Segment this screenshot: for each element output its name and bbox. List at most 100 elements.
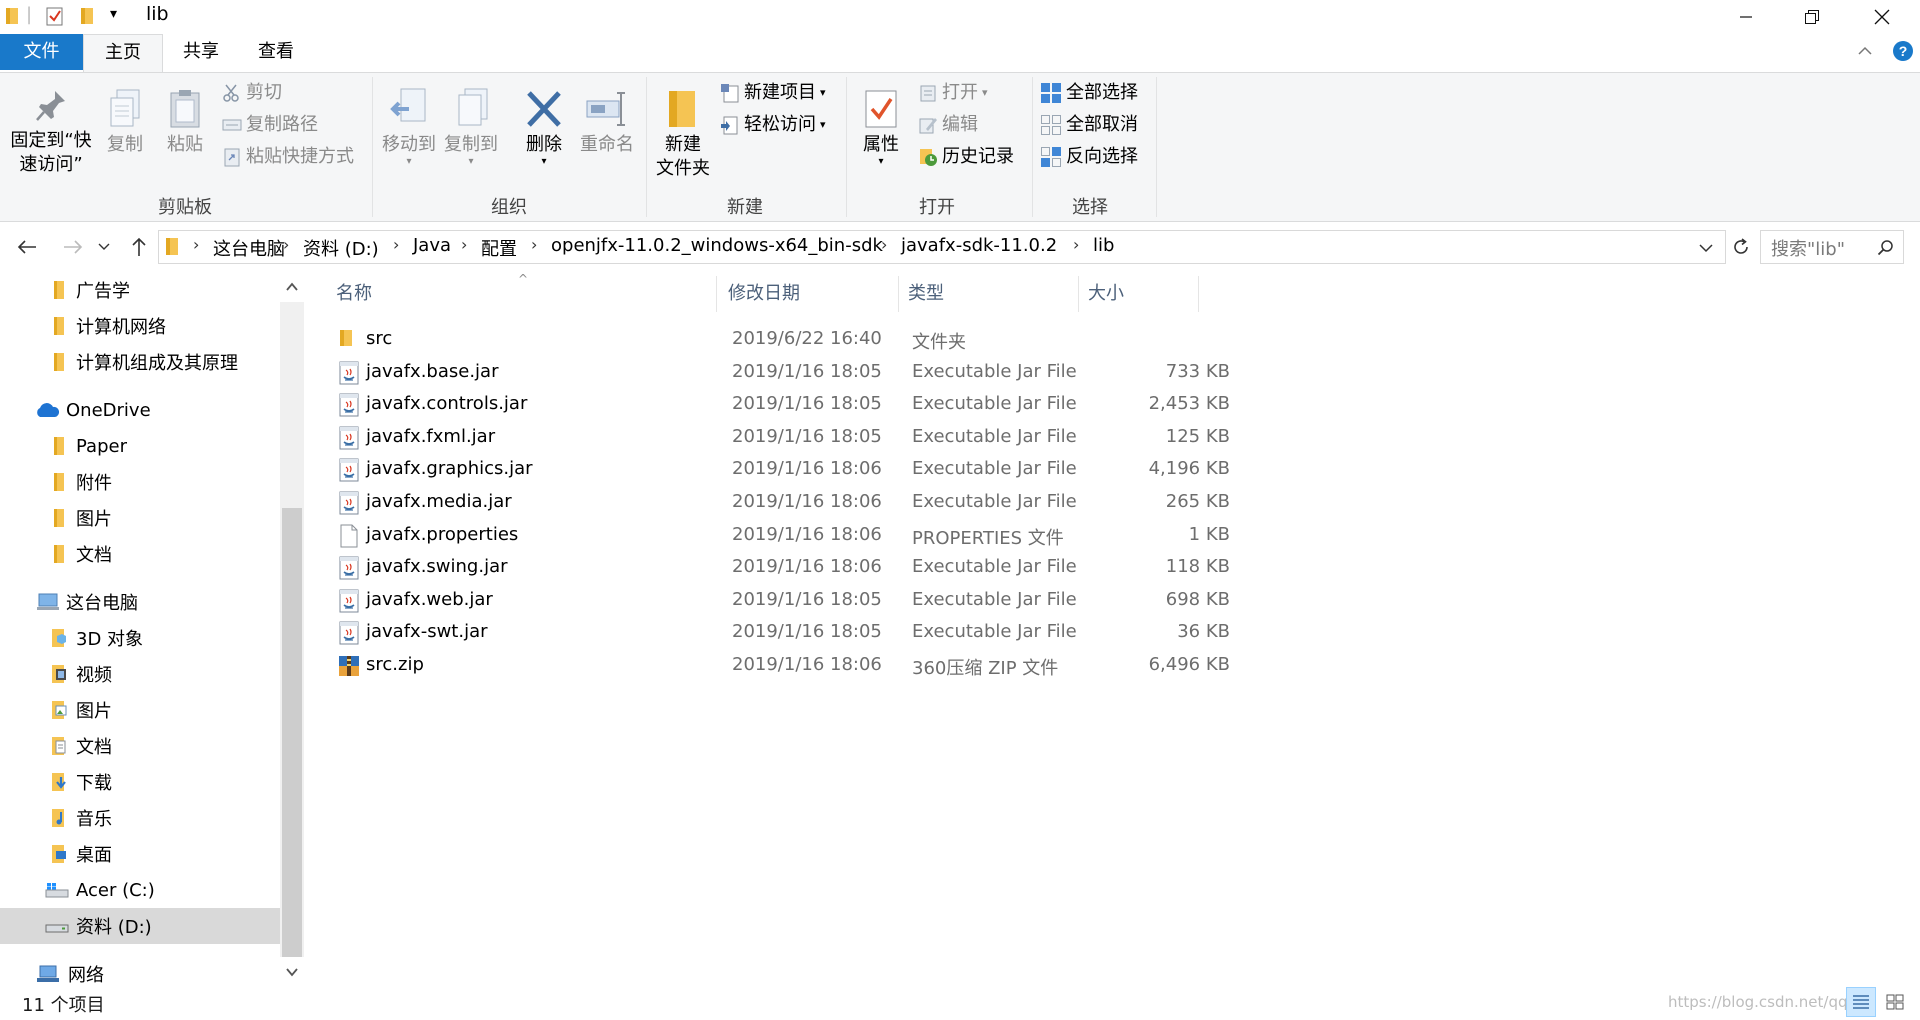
new-item-button[interactable]: 新建项目 ▾ bbox=[720, 79, 826, 107]
nav-item-desktop[interactable]: 桌面 bbox=[0, 836, 280, 872]
tab-view[interactable]: 查看 bbox=[240, 34, 312, 70]
breadcrumb-lib[interactable]: lib bbox=[1093, 235, 1114, 256]
edit-button[interactable]: 编辑 bbox=[918, 111, 978, 139]
copy-path-button[interactable]: 复制路径 bbox=[222, 111, 318, 139]
file-name: src bbox=[366, 328, 393, 349]
scroll-thumb[interactable] bbox=[282, 508, 302, 958]
address-bar[interactable]: › 这台电脑 › 资料 (D:) › Java › 配置 › openjfx-1… bbox=[158, 230, 1726, 264]
breadcrumb-separator[interactable]: › bbox=[461, 235, 467, 254]
nav-item-onedrive[interactable]: OneDrive bbox=[0, 392, 280, 428]
nav-item-pictures[interactable]: 图片 bbox=[0, 692, 280, 728]
forward-button[interactable] bbox=[58, 232, 88, 262]
nav-item-this-pc[interactable]: 这台电脑 bbox=[0, 584, 280, 620]
delete-button[interactable]: 删除 ▾ bbox=[516, 87, 572, 167]
nav-item-attachments[interactable]: 附件 bbox=[0, 464, 280, 500]
file-row[interactable]: javafx.fxml.jar 2019/1/16 18:05 Executable… bbox=[330, 422, 1230, 454]
breadcrumb-javafx-sdk[interactable]: javafx-sdk-11.0.2 bbox=[901, 235, 1057, 256]
restore-button[interactable] bbox=[1776, 0, 1848, 34]
column-divider[interactable] bbox=[898, 276, 899, 312]
copy-button[interactable]: 复制 bbox=[100, 87, 150, 157]
breadcrumb-config[interactable]: 配置 bbox=[481, 235, 517, 261]
breadcrumb-separator[interactable]: › bbox=[1073, 235, 1079, 254]
file-row[interactable]: javafx.graphics.jar 2019/1/16 18:06 Execut… bbox=[330, 454, 1230, 486]
pin-to-quick-access-button[interactable]: 固定到“快 速访问” bbox=[8, 87, 94, 177]
large-icons-view-button[interactable] bbox=[1880, 987, 1910, 1017]
move-to-button[interactable]: 移动到 ▾ bbox=[380, 87, 438, 167]
nav-item-drive-c[interactable]: Acer (C:) bbox=[0, 872, 280, 908]
recent-locations-button[interactable] bbox=[94, 232, 114, 262]
nav-item-documents[interactable]: 文档 bbox=[0, 728, 280, 764]
file-row[interactable]: javafx.base.jar 2019/1/16 18:05 Executable… bbox=[330, 357, 1230, 389]
properties-quick-icon[interactable] bbox=[46, 6, 64, 26]
nav-item-videos[interactable]: 视频 bbox=[0, 656, 280, 692]
file-row[interactable]: javafx.swing.jar 2019/1/16 18:06 Executabl… bbox=[330, 552, 1230, 584]
search-icon[interactable] bbox=[1877, 239, 1895, 257]
minimize-button[interactable] bbox=[1710, 0, 1782, 34]
history-button[interactable]: 历史记录 bbox=[918, 143, 1014, 171]
file-row[interactable]: javafx.media.jar 2019/1/16 18:06 Executabl… bbox=[330, 487, 1230, 519]
tab-share[interactable]: 共享 bbox=[165, 34, 237, 70]
column-divider[interactable] bbox=[716, 276, 717, 312]
window-title: lib bbox=[146, 3, 169, 25]
nav-item-ad[interactable]: 广告学 bbox=[0, 272, 280, 308]
cut-button[interactable]: 剪切 bbox=[222, 79, 282, 107]
search-input[interactable]: 搜索"lib" bbox=[1771, 235, 1845, 261]
copy-to-button[interactable]: 复制到 ▾ bbox=[442, 87, 500, 167]
scroll-up-button[interactable] bbox=[280, 272, 304, 302]
breadcrumb-this-pc[interactable]: 这台电脑 bbox=[213, 235, 285, 261]
up-button[interactable] bbox=[124, 232, 154, 262]
invert-selection-button[interactable]: 反向选择 bbox=[1040, 143, 1138, 171]
easy-access-button[interactable]: 轻松访问 ▾ bbox=[720, 111, 826, 139]
paste-shortcut-button[interactable]: 粘贴快捷方式 bbox=[222, 143, 354, 171]
details-view-button[interactable] bbox=[1846, 987, 1876, 1017]
rename-button[interactable]: 重命名 bbox=[576, 87, 638, 157]
address-history-button[interactable] bbox=[1699, 243, 1713, 253]
properties-button[interactable]: 属性 ▾ bbox=[852, 87, 910, 167]
nav-item-downloads[interactable]: 下载 bbox=[0, 764, 280, 800]
nav-item-music[interactable]: 音乐 bbox=[0, 800, 280, 836]
breadcrumb-separator[interactable]: › bbox=[193, 235, 199, 254]
refresh-button[interactable] bbox=[1726, 232, 1756, 262]
file-row[interactable]: src 2019/6/22 16:40 文件夹 bbox=[330, 324, 1230, 356]
help-button[interactable]: ? bbox=[1892, 40, 1914, 62]
breadcrumb-separator[interactable]: › bbox=[881, 235, 887, 254]
paste-button[interactable]: 粘贴 bbox=[160, 87, 210, 157]
nav-item-drive-d[interactable]: 资料 (D:) bbox=[0, 908, 280, 944]
select-all-button[interactable]: 全部选择 bbox=[1040, 79, 1138, 107]
tab-home[interactable]: 主页 bbox=[83, 34, 163, 72]
column-header-type[interactable]: 类型 bbox=[908, 272, 1068, 316]
nav-scrollbar[interactable] bbox=[280, 272, 304, 987]
quick-access-dropdown-icon[interactable]: ▾ bbox=[110, 6, 117, 22]
nav-item-onedrive-pictures[interactable]: 图片 bbox=[0, 500, 280, 536]
new-folder-quick-icon[interactable] bbox=[80, 6, 96, 26]
nav-item-paper[interactable]: Paper bbox=[0, 428, 280, 464]
file-row[interactable]: javafx-swt.jar 2019/1/16 18:05 Executable … bbox=[330, 617, 1230, 649]
file-row[interactable]: javafx.controls.jar 2019/1/16 18:05 Execut… bbox=[330, 389, 1230, 421]
back-button[interactable] bbox=[12, 232, 42, 262]
close-button[interactable] bbox=[1846, 0, 1918, 34]
search-box[interactable]: 搜索"lib" bbox=[1760, 230, 1904, 264]
column-header-date[interactable]: 修改日期 bbox=[728, 272, 888, 316]
breadcrumb-separator[interactable]: › bbox=[393, 235, 399, 254]
column-divider[interactable] bbox=[1078, 276, 1079, 312]
nav-item-3d-objects[interactable]: 3D 对象 bbox=[0, 620, 280, 656]
collapse-ribbon-button[interactable] bbox=[1856, 42, 1874, 60]
scroll-down-button[interactable] bbox=[280, 957, 304, 987]
breadcrumb-java[interactable]: Java bbox=[413, 235, 451, 256]
file-row[interactable]: javafx.web.jar 2019/1/16 18:05 Executable … bbox=[330, 585, 1230, 617]
breadcrumb-separator[interactable]: › bbox=[531, 235, 537, 254]
nav-item-computer-org[interactable]: 计算机组成及其原理 bbox=[0, 344, 280, 380]
nav-item-network-course[interactable]: 计算机网络 bbox=[0, 308, 280, 344]
file-row[interactable]: src.zip 2019/1/16 18:06 360压缩 ZIP 文件 6,496 … bbox=[330, 650, 1230, 682]
breadcrumb-drive-d[interactable]: 资料 (D:) bbox=[303, 235, 379, 261]
column-header-size[interactable]: 大小 bbox=[1088, 272, 1188, 316]
breadcrumb-openjfx[interactable]: openjfx-11.0.2_windows-x64_bin-sdk bbox=[551, 235, 883, 256]
open-button[interactable]: 打开 ▾ bbox=[918, 79, 988, 107]
nav-item-onedrive-documents[interactable]: 文档 bbox=[0, 536, 280, 572]
breadcrumb-separator[interactable]: › bbox=[283, 235, 289, 254]
select-none-button[interactable]: 全部取消 bbox=[1040, 111, 1138, 139]
tab-file[interactable]: 文件 bbox=[0, 34, 83, 70]
file-row[interactable]: javafx.properties 2019/1/16 18:06 PROPERTI… bbox=[330, 520, 1230, 552]
column-divider[interactable] bbox=[1198, 276, 1199, 312]
new-folder-button[interactable]: 新建 文件夹 bbox=[652, 87, 714, 181]
